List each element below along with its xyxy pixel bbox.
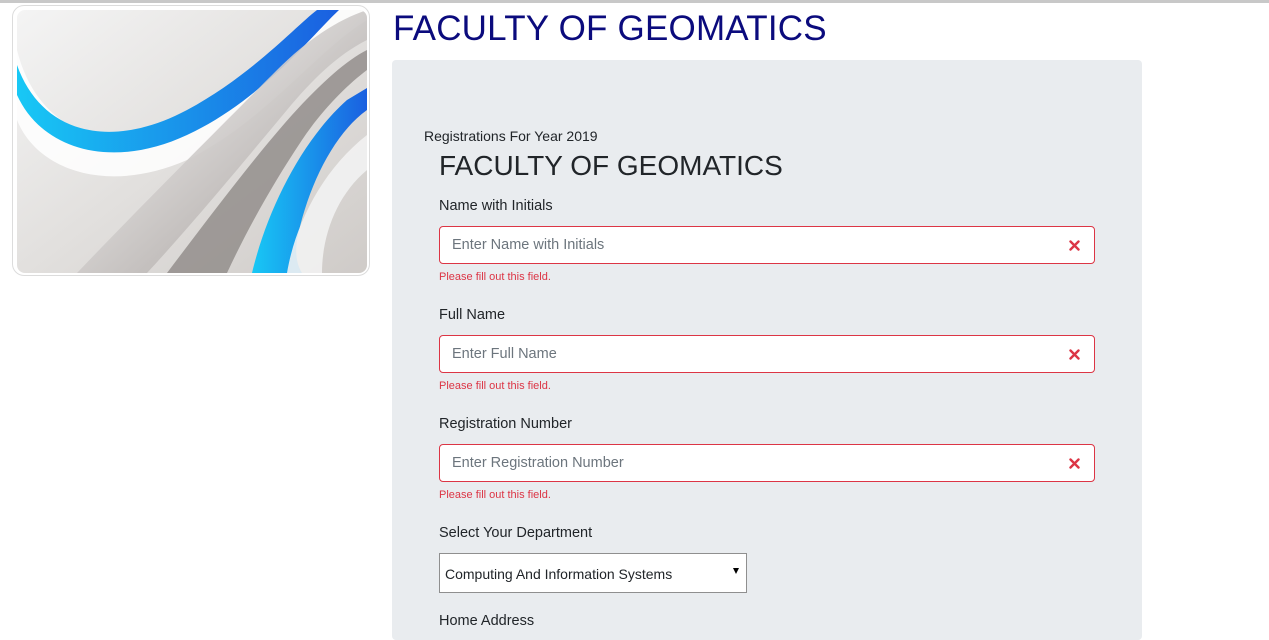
page-title: FACULTY OF GEOMATICS (393, 9, 827, 48)
registration-form-panel: Registrations For Year 2019 FACULTY OF G… (392, 60, 1142, 640)
form-heading: FACULTY OF GEOMATICS (439, 150, 783, 181)
department-selected-value: Computing And Information Systems (445, 566, 673, 582)
registration-number-field[interactable] (439, 444, 1095, 482)
full-name-input[interactable] (440, 336, 1052, 372)
home-address-label: Home Address (439, 613, 535, 629)
clear-x-icon (1066, 345, 1082, 363)
clear-x-icon (1066, 454, 1082, 472)
name-with-initials-label: Name with Initials (439, 198, 553, 214)
banner-image (12, 5, 370, 276)
full-name-label: Full Name (439, 307, 506, 323)
clear-x-icon (1066, 236, 1082, 254)
registration-number-label: Registration Number (439, 416, 572, 432)
abstract-wave-image (17, 10, 367, 273)
full-name-error: Please fill out this field. (439, 380, 551, 392)
registration-year-text: Registrations For Year 2019 (424, 128, 598, 144)
name-with-initials-input[interactable] (440, 227, 1052, 263)
name-with-initials-error: Please fill out this field. (439, 271, 551, 283)
full-name-field[interactable] (439, 335, 1095, 373)
registration-number-error: Please fill out this field. (439, 489, 551, 501)
registration-number-input[interactable] (440, 445, 1052, 481)
department-select[interactable]: Computing And Information Systems (439, 553, 747, 593)
department-label: Select Your Department (439, 525, 593, 541)
browser-top-border (0, 0, 1269, 3)
caret-down-icon (733, 568, 739, 574)
name-with-initials-field[interactable] (439, 226, 1095, 264)
